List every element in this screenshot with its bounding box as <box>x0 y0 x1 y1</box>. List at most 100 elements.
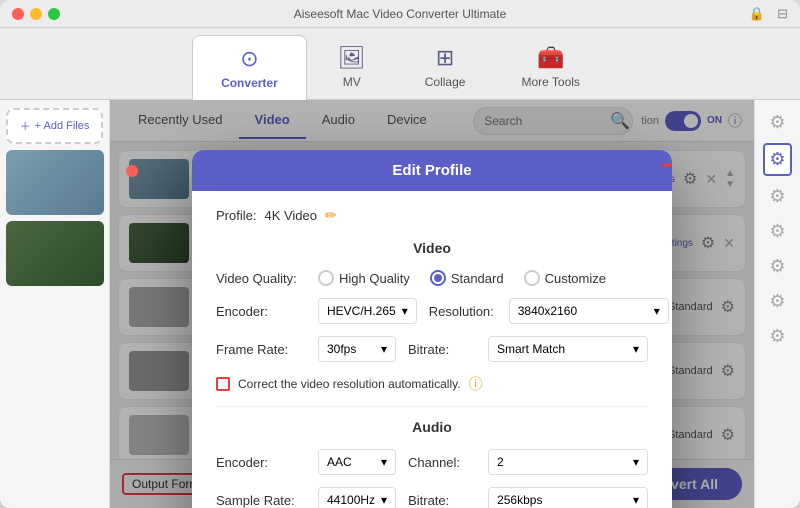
gear-icon-7[interactable]: ⚙ <box>765 322 789 351</box>
video-quality-row: Video Quality: High Quality Standard <box>216 270 648 286</box>
nav-bar: ⊙ Converter 🖼 MV ⊞ Collage 🧰 More Tools <box>0 28 800 100</box>
red-arrow-icon <box>662 150 672 190</box>
profile-row: Profile: 4K Video ✏ <box>216 207 648 224</box>
samplerate-label: Sample Rate: <box>216 493 306 508</box>
correct-resolution-label: Correct the video resolution automatical… <box>238 377 461 391</box>
profile-value: 4K Video <box>264 208 317 223</box>
modal-body: Profile: 4K Video ✏ Video Video Quality: <box>192 191 672 508</box>
profile-label: Profile: <box>216 208 256 223</box>
fullscreen-button[interactable] <box>48 8 60 20</box>
audio-encoder-value: AAC <box>327 455 352 469</box>
quality-customize[interactable]: Customize <box>524 270 606 286</box>
quality-radio-group: High Quality Standard Customize <box>318 270 606 286</box>
samplerate-value: 44100Hz <box>327 493 375 507</box>
modal-title: Edit Profile <box>392 162 471 179</box>
audio-bitrate-pair: Bitrate: 256kbps ▾ <box>408 487 648 508</box>
gear-icon-4[interactable]: ⚙ <box>765 217 789 246</box>
add-icon: ＋ <box>20 118 31 134</box>
bitrate-select[interactable]: Smart Match ▾ <box>488 336 648 362</box>
chevron-down-icon: ▾ <box>381 455 387 469</box>
correct-resolution-checkbox[interactable] <box>216 377 230 391</box>
chevron-down-icon: ▾ <box>633 455 639 469</box>
add-files-label: + Add Files <box>35 120 90 132</box>
tab-more-tools[interactable]: 🧰 More Tools <box>493 35 607 99</box>
thumbnail-1 <box>6 150 104 215</box>
main-panel: Recently Used Video Audio Device 🔍 tion <box>110 100 754 508</box>
modal-header: Edit Profile <box>192 150 672 191</box>
gear-icon-1[interactable]: ⚙ <box>765 108 789 137</box>
encoder-value: HEVC/H.265 <box>327 304 396 318</box>
gear-icon-5[interactable]: ⚙ <box>765 252 789 281</box>
edit-icon[interactable]: ✏ <box>325 207 337 224</box>
samplerate-select[interactable]: 44100Hz ▾ <box>318 487 396 508</box>
resolution-select[interactable]: 3840x2160 ▾ <box>509 298 669 324</box>
video-quality-label: Video Quality: <box>216 271 306 286</box>
video-section-title: Video <box>216 240 648 256</box>
quality-standard-label: Standard <box>451 271 504 286</box>
close-button[interactable] <box>12 8 24 20</box>
samplerate-bitrate-row: Sample Rate: 44100Hz ▾ Bitrate: 256kbps … <box>216 487 648 508</box>
content-area: ＋ + Add Files Recently Used Video Audio <box>0 100 800 508</box>
tab-collage-label: Collage <box>425 75 466 89</box>
minimize-button[interactable] <box>30 8 42 20</box>
channel-label: Channel: <box>408 455 478 470</box>
quality-high[interactable]: High Quality <box>318 270 410 286</box>
framerate-value: 30fps <box>327 342 356 356</box>
tab-converter[interactable]: ⊙ Converter <box>192 35 307 100</box>
gear-icon-2[interactable]: ⚙ <box>763 143 791 176</box>
bitrate-pair: Bitrate: Smart Match ▾ <box>408 336 648 362</box>
framerate-label: Frame Rate: <box>216 342 306 357</box>
sidebar-icon[interactable]: ⊟ <box>777 6 788 22</box>
more-tools-icon: 🧰 <box>537 45 564 71</box>
lock-icon[interactable]: 🔒 <box>749 6 765 22</box>
encoder-resolution-row: Encoder: HEVC/H.265 ▾ Resolution: 3840x2… <box>216 298 648 324</box>
audio-bitrate-select[interactable]: 256kbps ▾ <box>488 487 648 508</box>
checkbox-row: Correct the video resolution automatical… <box>216 374 648 394</box>
channel-select[interactable]: 2 ▾ <box>488 449 648 475</box>
traffic-lights <box>12 8 60 20</box>
radio-high[interactable] <box>318 270 334 286</box>
channel-value: 2 <box>497 455 504 469</box>
modal-overlay: Edit Profile Profile: 4K Video ✏ Video <box>110 100 754 508</box>
radio-standard[interactable] <box>430 270 446 286</box>
chevron-down-icon: ▾ <box>633 493 639 507</box>
thumbnail-2 <box>6 221 104 286</box>
quality-customize-label: Customize <box>545 271 606 286</box>
quality-standard[interactable]: Standard <box>430 270 504 286</box>
gear-icon-3[interactable]: ⚙ <box>765 182 789 211</box>
chevron-down-icon: ▾ <box>654 304 660 318</box>
titlebar: Aiseesoft Mac Video Converter Ultimate 🔒… <box>0 0 800 28</box>
quality-high-label: High Quality <box>339 271 410 286</box>
framerate-bitrate-row: Frame Rate: 30fps ▾ Bitrate: Smart Match… <box>216 336 648 362</box>
resolution-label: Resolution: <box>429 304 499 319</box>
tab-mv[interactable]: 🖼 MV <box>307 35 397 99</box>
add-files-button[interactable]: ＋ + Add Files <box>6 108 103 144</box>
converter-icon: ⊙ <box>240 46 258 72</box>
chevron-down-icon: ▾ <box>402 304 408 318</box>
app-window: Aiseesoft Mac Video Converter Ultimate 🔒… <box>0 0 800 508</box>
info-icon[interactable]: ⓘ <box>469 374 483 394</box>
left-sidebar: ＋ + Add Files <box>0 100 110 508</box>
audio-encoder-select[interactable]: AAC ▾ <box>318 449 396 475</box>
audio-bitrate-value: 256kbps <box>497 493 542 507</box>
encoder-label: Encoder: <box>216 304 306 319</box>
resolution-value: 3840x2160 <box>518 304 577 318</box>
framerate-select[interactable]: 30fps ▾ <box>318 336 396 362</box>
chevron-down-icon: ▾ <box>633 342 639 356</box>
resolution-pair: Resolution: 3840x2160 ▾ <box>429 298 669 324</box>
audio-encoder-label: Encoder: <box>216 455 306 470</box>
app-title: Aiseesoft Mac Video Converter Ultimate <box>294 7 507 21</box>
tab-more-tools-label: More Tools <box>521 75 579 89</box>
audio-section-title: Audio <box>216 419 648 435</box>
encoder-select[interactable]: HEVC/H.265 ▾ <box>318 298 417 324</box>
bitrate-value: Smart Match <box>497 342 565 356</box>
chevron-down-icon: ▾ <box>381 342 387 356</box>
chevron-down-icon: ▾ <box>381 493 387 507</box>
tab-mv-label: MV <box>343 75 361 89</box>
radio-customize[interactable] <box>524 270 540 286</box>
edit-profile-modal: Edit Profile Profile: 4K Video ✏ Video <box>192 150 672 508</box>
collage-icon: ⊞ <box>436 45 454 71</box>
audio-bitrate-label: Bitrate: <box>408 493 478 508</box>
tab-collage[interactable]: ⊞ Collage <box>397 35 494 99</box>
gear-icon-6[interactable]: ⚙ <box>765 287 789 316</box>
